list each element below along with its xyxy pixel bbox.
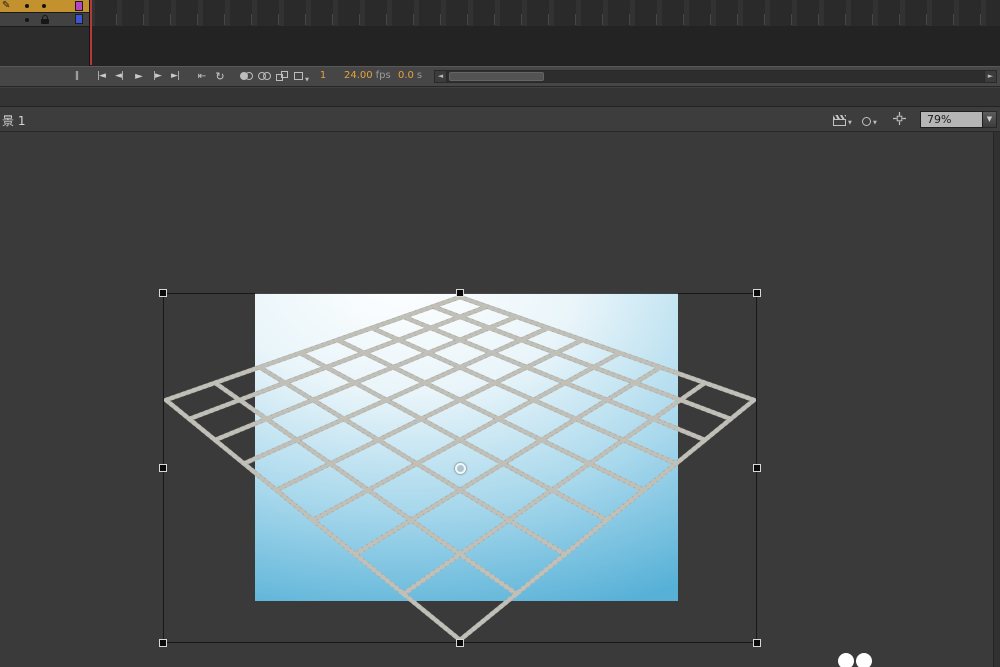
- modify-markers-button[interactable]: [294, 70, 309, 83]
- timeline-controls-bar: ‖ |◄ ◄| ► |► ►| ⇤ ↻ 1 24.00fps 0.0s ◄ ►: [0, 66, 1000, 87]
- frame-rate-value: 24.00: [344, 70, 373, 81]
- transform-handle[interactable]: [456, 639, 464, 647]
- edit-scene-button[interactable]: ▼: [833, 113, 852, 126]
- transform-handle[interactable]: [753, 464, 761, 472]
- onion-skin-outlines-button[interactable]: [258, 70, 273, 83]
- edit-multiple-frames-button[interactable]: [276, 70, 291, 83]
- lock-icon[interactable]: [41, 19, 49, 24]
- onion-skin-button[interactable]: [240, 70, 255, 83]
- go-to-first-frame-button[interactable]: |◄: [92, 69, 110, 84]
- transform-handle[interactable]: [159, 289, 167, 297]
- step-forward-button[interactable]: |►: [148, 69, 166, 84]
- scroll-right-arrow[interactable]: ►: [984, 70, 997, 83]
- center-frame-button[interactable]: ⇤: [194, 69, 210, 84]
- dropdown-arrow-icon: ▼: [848, 120, 852, 126]
- zoom-level-dropdown[interactable]: 79% ▼: [920, 111, 997, 128]
- layer1-lock-dot[interactable]: [42, 4, 46, 8]
- elapsed-unit: s: [417, 70, 422, 81]
- stage-center-button[interactable]: [893, 112, 906, 125]
- edit-symbols-button[interactable]: ▼: [862, 113, 877, 126]
- layer1-outline-color-swatch[interactable]: [75, 1, 83, 11]
- loop-playback-button[interactable]: ↻: [212, 69, 228, 84]
- play-button[interactable]: ►: [130, 69, 148, 84]
- flash-application-window: ✎ ‖ |◄ ◄| ► |► ►| ⇤ ↻ 1 24.00: [0, 0, 1000, 667]
- current-frame-label: 1: [314, 70, 332, 81]
- layer1-visibility-dot[interactable]: [25, 4, 29, 8]
- stage-pasteboard[interactable]: [0, 132, 1000, 667]
- vertical-scrollbar[interactable]: [993, 132, 1000, 667]
- layer-row-1[interactable]: ✎: [0, 0, 89, 12]
- clapperboard-icon: [833, 115, 846, 126]
- scrollbar-track[interactable]: [447, 70, 984, 83]
- zoom-value[interactable]: 79%: [920, 111, 983, 128]
- transform-handle[interactable]: [159, 639, 167, 647]
- layer2-outline-color-swatch[interactable]: [75, 14, 83, 24]
- playhead[interactable]: [90, 0, 92, 65]
- timeline-horizontal-scrollbar[interactable]: ◄ ►: [434, 69, 997, 84]
- edit-bar: 景 1 ▼ ▼ 79% ▼: [0, 107, 1000, 132]
- timeline-panel: ✎: [0, 0, 1000, 66]
- scroll-left-arrow[interactable]: ◄: [434, 70, 447, 83]
- scrollbar-thumb[interactable]: [449, 72, 544, 81]
- transformation-center-point[interactable]: [455, 463, 466, 474]
- elapsed-value: 0.0: [398, 70, 414, 81]
- watermark-circle: [838, 653, 854, 667]
- go-to-last-frame-button[interactable]: ►|: [166, 69, 184, 84]
- transform-handle[interactable]: [753, 289, 761, 297]
- elapsed-time-label: 0.0s: [398, 70, 422, 81]
- frame-rate-label[interactable]: 24.00fps: [344, 70, 391, 81]
- dropdown-arrow-icon: ▼: [873, 120, 877, 126]
- layer-row-2[interactable]: [0, 13, 89, 26]
- scene-name-label: 景 1: [2, 112, 25, 129]
- pencil-edit-icon: ✎: [2, 0, 10, 12]
- frame-tick-marks: [116, 14, 1000, 25]
- transform-handle[interactable]: [753, 639, 761, 647]
- timeline-empty-area: [90, 26, 1000, 66]
- watermark-circle: [856, 653, 872, 667]
- step-back-button[interactable]: ◄|: [110, 69, 128, 84]
- transform-handle[interactable]: [159, 464, 167, 472]
- dropdown-arrow-icon[interactable]: ▼: [983, 111, 997, 128]
- row-divider: [0, 26, 89, 27]
- timeline-frames-grid[interactable]: [90, 0, 1000, 66]
- layer-list: ✎: [0, 0, 90, 66]
- panel-divider-strip: [0, 87, 1000, 107]
- frame-rate-unit: fps: [376, 70, 391, 81]
- row-divider: [0, 12, 89, 13]
- layer2-visibility-dot[interactable]: [25, 18, 29, 22]
- transform-handle[interactable]: [456, 289, 464, 297]
- pause-icon[interactable]: ‖: [70, 69, 84, 84]
- crosshair-icon: [893, 112, 906, 125]
- symbol-icon: [862, 117, 871, 126]
